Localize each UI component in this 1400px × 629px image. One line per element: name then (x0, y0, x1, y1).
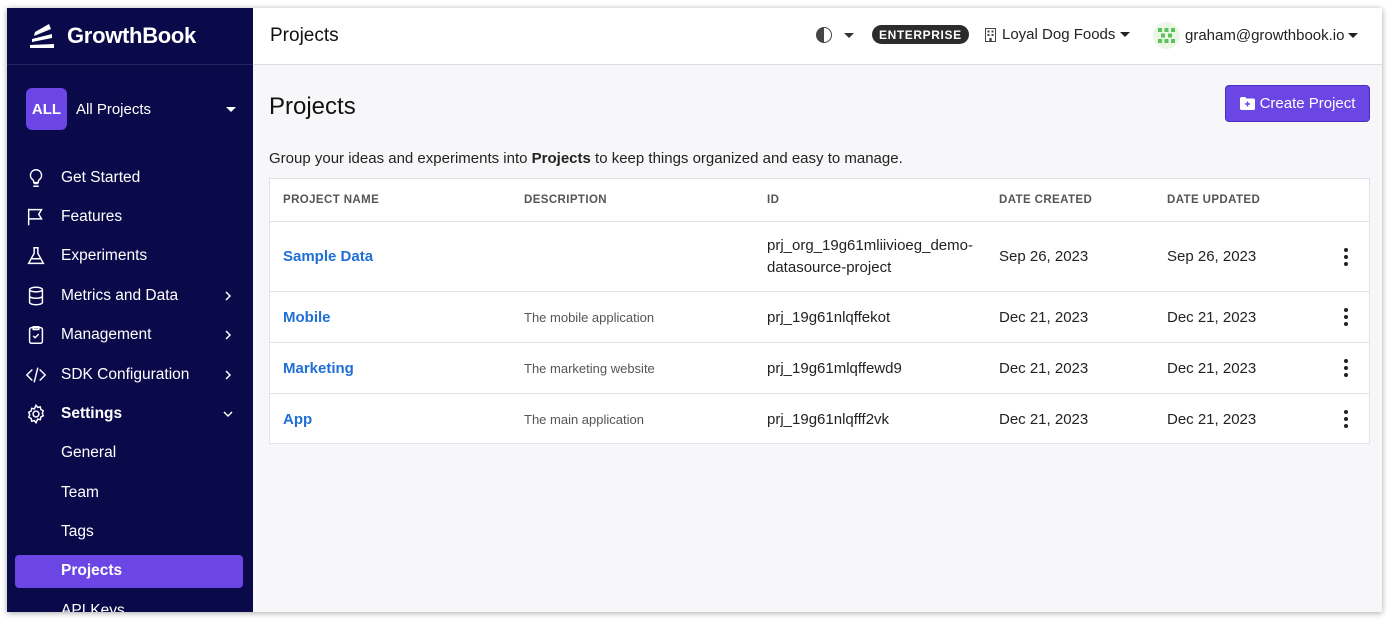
plan-badge: ENTERPRISE (872, 25, 969, 44)
caret-down-icon (1120, 32, 1131, 37)
sidebar: GrowthBook ALL All Projects Get Started … (7, 8, 253, 612)
organization-name: Loyal Dog Foods (1002, 26, 1116, 43)
table-row[interactable]: Marketing The marketing website prj_19g6… (270, 343, 1369, 394)
growthbook-logo-icon (30, 24, 54, 48)
page-title: Projects (269, 93, 356, 120)
sidebar-subitem-api-keys[interactable]: API Keys (7, 591, 253, 612)
sidebar-subitem-general[interactable]: General (7, 434, 253, 473)
flask-icon (25, 245, 47, 267)
chevron-right-icon (225, 330, 232, 340)
gear-icon (25, 403, 47, 425)
code-icon (25, 364, 47, 386)
date-created: Dec 21, 2023 (999, 359, 1089, 377)
building-icon (985, 27, 996, 42)
project-description: The main application (524, 411, 644, 427)
create-project-button[interactable]: Create Project (1225, 85, 1370, 122)
table-row[interactable]: App The main application prj_19g61nlqfff… (270, 394, 1369, 444)
caret-down-icon (1348, 33, 1359, 38)
sidebar-item-label: Get Started (61, 168, 141, 186)
topbar: Projects ENTERPRISE Loyal Dog Foods grah… (253, 8, 1382, 65)
project-name-link[interactable]: Sample Data (283, 248, 373, 265)
sidebar-item-label: Experiments (61, 247, 148, 265)
sidebar-item-features[interactable]: Features (7, 197, 253, 236)
sidebar-subitem-tags[interactable]: Tags (7, 513, 253, 552)
project-description: The marketing website (524, 360, 655, 376)
more-options-icon[interactable] (1343, 247, 1349, 266)
project-id: prj_19g61nlqfff2vk (767, 410, 890, 428)
project-name-link[interactable]: Mobile (283, 309, 331, 326)
table-row[interactable]: Sample Data prj_org_19g61mliivioeg_demo-… (270, 222, 1369, 292)
more-options-icon[interactable] (1343, 359, 1349, 377)
theme-toggle[interactable] (816, 27, 854, 43)
project-selector-label: All Projects (76, 100, 152, 118)
avatar (1153, 22, 1180, 49)
date-updated: Sep 26, 2023 (1167, 248, 1257, 265)
table-row[interactable]: Mobile The mobile application prj_19g61n… (270, 292, 1369, 343)
caret-down-icon (844, 32, 854, 38)
project-id: prj_org_19g61mliivioeg_demo-datasource-p… (767, 236, 973, 276)
organization-selector[interactable]: Loyal Dog Foods (985, 26, 1131, 43)
project-id: prj_19g61mlqffewd9 (767, 359, 902, 377)
project-id: prj_19g61nlqffekot (767, 308, 891, 326)
sidebar-item-sdk-configuration[interactable]: SDK Configuration (7, 355, 253, 394)
more-options-icon[interactable] (1343, 410, 1349, 428)
column-header-id[interactable]: ID (767, 194, 779, 206)
user-menu[interactable]: graham@growthbook.io (1153, 22, 1359, 49)
chevron-down-icon (223, 411, 233, 418)
logo[interactable]: GrowthBook (7, 8, 253, 65)
database-icon (25, 285, 47, 307)
sidebar-subitem-projects[interactable]: Projects (15, 554, 243, 588)
sidebar-subitem-team[interactable]: Team (7, 473, 253, 512)
lightbulb-icon (25, 167, 47, 189)
sidebar-item-get-started[interactable]: Get Started (7, 158, 253, 197)
create-project-label: Create Project (1259, 95, 1356, 112)
date-created: Sep 26, 2023 (999, 248, 1089, 265)
app-window: GrowthBook ALL All Projects Get Started … (7, 8, 1382, 612)
column-header-project-name[interactable]: PROJECT NAME (283, 194, 379, 206)
chevron-right-icon (225, 291, 232, 301)
flag-icon (25, 206, 47, 228)
caret-down-icon (226, 106, 236, 112)
column-header-date-updated[interactable]: DATE UPDATED (1167, 194, 1260, 206)
sidebar-item-management[interactable]: Management (7, 316, 253, 355)
project-description: The mobile application (524, 309, 655, 325)
project-selector[interactable]: ALL All Projects (26, 88, 238, 130)
sidebar-nav: Get Started Features Experiments Metrics… (7, 158, 253, 612)
app-name: GrowthBook (67, 23, 196, 48)
column-header-date-created[interactable]: DATE CREATED (999, 194, 1092, 206)
project-name-link[interactable]: App (283, 411, 312, 428)
date-updated: Dec 21, 2023 (1167, 359, 1257, 377)
table-header: PROJECT NAME DESCRIPTION ID DATE CREATED… (270, 179, 1369, 222)
page-description: Group your ideas and experiments into Pr… (269, 150, 903, 167)
date-updated: Dec 21, 2023 (1167, 410, 1257, 428)
user-email: graham@growthbook.io (1185, 27, 1345, 44)
project-name-link[interactable]: Marketing (283, 360, 354, 377)
project-badge: ALL (26, 88, 67, 130)
chevron-right-icon (225, 370, 232, 380)
contrast-icon (816, 27, 832, 43)
sidebar-item-settings[interactable]: Settings (7, 394, 253, 433)
date-updated: Dec 21, 2023 (1167, 308, 1257, 326)
column-header-description[interactable]: DESCRIPTION (524, 194, 607, 206)
sidebar-item-metrics-and-data[interactable]: Metrics and Data (7, 276, 253, 315)
date-created: Dec 21, 2023 (999, 308, 1089, 326)
main-content: Projects Create Project Group your ideas… (253, 65, 1382, 612)
sidebar-item-label: Features (61, 208, 123, 226)
sidebar-item-experiments[interactable]: Experiments (7, 237, 253, 276)
more-options-icon[interactable] (1343, 308, 1349, 326)
clipboard-check-icon (25, 324, 47, 346)
topbar-title: Projects (270, 25, 339, 46)
date-created: Dec 21, 2023 (999, 410, 1089, 428)
projects-table: PROJECT NAME DESCRIPTION ID DATE CREATED… (269, 178, 1370, 444)
folder-plus-icon (1239, 97, 1255, 110)
